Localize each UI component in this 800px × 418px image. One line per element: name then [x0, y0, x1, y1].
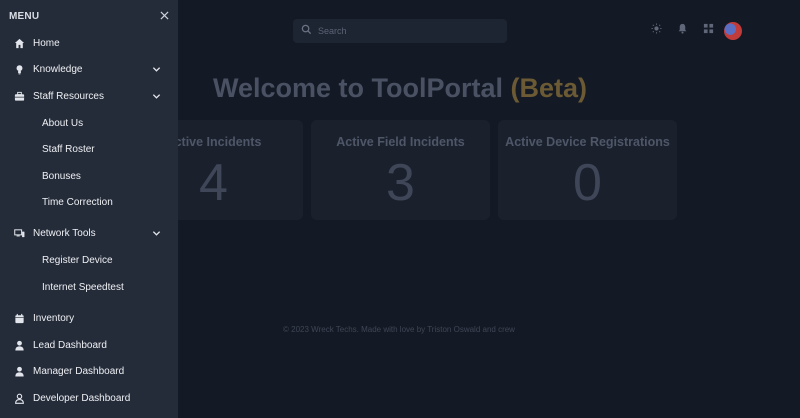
sidebar-item-label: Knowledge: [33, 63, 83, 75]
sidebar-item-staff-resources[interactable]: Staff Resources: [0, 84, 178, 108]
sidebar-item-label: Staff Resources: [33, 90, 104, 102]
chevron-down-icon[interactable]: [152, 228, 162, 238]
sidebar-item-developer-dashboard[interactable]: Developer Dashboard: [0, 386, 178, 410]
user-outline-icon: [14, 393, 25, 404]
beta-badge: (Beta): [510, 73, 588, 103]
sidebar-subitem-internet-speedtest[interactable]: Internet Speedtest: [0, 276, 178, 298]
sidebar-item-label: Inventory: [33, 312, 75, 324]
card-value: 3: [386, 154, 415, 212]
briefcase-icon: [14, 91, 25, 102]
sidebar-subitem-staff-roster[interactable]: Staff Roster: [0, 138, 178, 160]
home-icon: [14, 38, 25, 49]
sidebar-item-knowledge[interactable]: Knowledge: [0, 57, 178, 81]
bulb-icon: [14, 64, 25, 75]
sidebar-subitem-label: Time Correction: [42, 196, 113, 208]
devices-icon: [14, 228, 25, 239]
menu-title: MENU: [9, 11, 40, 22]
sidebar-subitem-about-us[interactable]: About Us: [0, 112, 178, 134]
search-box[interactable]: [293, 19, 507, 43]
card-value: 0: [573, 154, 602, 212]
close-icon[interactable]: [158, 9, 170, 21]
sun-icon[interactable]: [650, 22, 662, 34]
sidebar-item-network-tools[interactable]: Network Tools: [0, 221, 178, 245]
title-text: Welcome to ToolPortal: [212, 73, 503, 103]
sidebar-item-label: Manager Dashboard: [33, 365, 125, 377]
stat-card-active-field-incidents[interactable]: Active Field Incidents 3: [311, 120, 490, 220]
sidebar-item-inventory[interactable]: Inventory: [0, 306, 178, 330]
search-input[interactable]: [318, 26, 498, 36]
user-icon: [14, 340, 25, 351]
sidebar-item-label: Network Tools: [33, 227, 96, 239]
sidebar-item-label: Home: [33, 37, 60, 49]
sidebar-subitem-label: Bonuses: [42, 170, 81, 182]
sidebar-subitem-label: Register Device: [42, 254, 113, 266]
sidebar-menu: MENU Home Knowledge Staff Resources Abou…: [0, 0, 178, 418]
sidebar-item-manager-dashboard[interactable]: Manager Dashboard: [0, 359, 178, 383]
user-icon: [14, 366, 25, 377]
stat-card-active-device-registrations[interactable]: Active Device Registrations 0: [498, 120, 677, 220]
sidebar-item-lead-dashboard[interactable]: Lead Dashboard: [0, 333, 178, 357]
avatar[interactable]: [724, 22, 742, 40]
sidebar-item-label: Developer Dashboard: [33, 392, 131, 404]
sidebar-subitem-label: Staff Roster: [42, 143, 95, 155]
card-title: Active Field Incidents: [336, 135, 465, 149]
search-icon: [301, 22, 312, 40]
chevron-down-icon[interactable]: [152, 64, 162, 74]
sidebar-subitem-label: Internet Speedtest: [42, 281, 124, 293]
bell-icon[interactable]: [676, 22, 688, 34]
sidebar-subitem-register-device[interactable]: Register Device: [0, 249, 178, 271]
card-title: Active Device Registrations: [505, 135, 670, 149]
sidebar-subitem-time-correction[interactable]: Time Correction: [0, 191, 178, 213]
chevron-down-icon[interactable]: [152, 91, 162, 101]
sidebar-subitem-bonuses[interactable]: Bonuses: [0, 165, 178, 187]
sidebar-subitem-label: About Us: [42, 117, 84, 129]
sidebar-item-home[interactable]: Home: [0, 31, 178, 55]
apps-grid-icon[interactable]: [702, 22, 714, 34]
sidebar-item-label: Lead Dashboard: [33, 339, 107, 351]
calendar-icon: [14, 313, 25, 324]
